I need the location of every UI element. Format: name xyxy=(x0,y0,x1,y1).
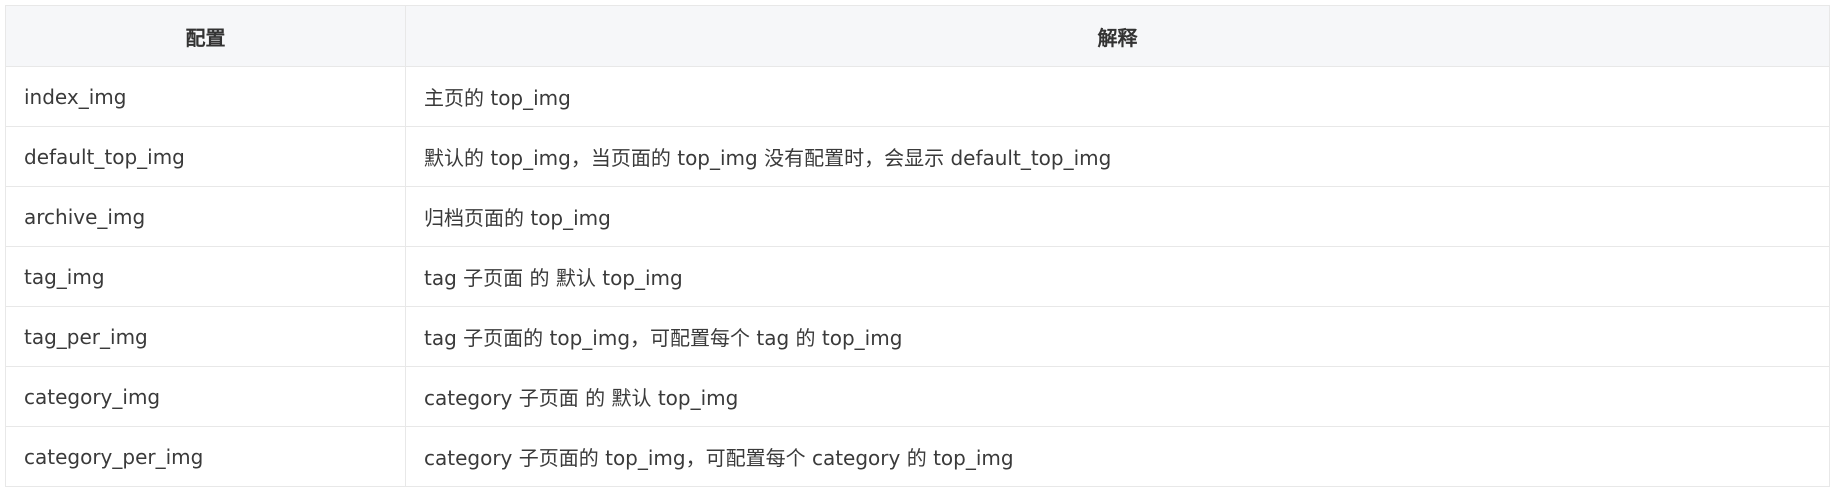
config-key: category_img xyxy=(5,366,406,427)
config-key: archive_img xyxy=(5,186,406,247)
table-header: 配置 解释 xyxy=(5,5,1830,67)
config-description: category 子页面的 top_img，可配置每个 category 的 t… xyxy=(405,426,1830,487)
table-row: index_img 主页的 top_img xyxy=(5,66,1830,127)
config-description: 默认的 top_img，当页面的 top_img 没有配置时，会显示 defau… xyxy=(405,126,1830,187)
config-key: default_top_img xyxy=(5,126,406,187)
table-body: index_img 主页的 top_img default_top_img 默认… xyxy=(5,66,1830,487)
header-description: 解释 xyxy=(405,5,1830,67)
table-row: default_top_img 默认的 top_img，当页面的 top_img… xyxy=(5,126,1830,187)
config-key: index_img xyxy=(5,66,406,127)
header-row: 配置 解释 xyxy=(5,5,1830,67)
config-key: tag_img xyxy=(5,246,406,307)
table-row: archive_img 归档页面的 top_img xyxy=(5,186,1830,247)
config-description: 归档页面的 top_img xyxy=(405,186,1830,247)
table-row: tag_img tag 子页面 的 默认 top_img xyxy=(5,246,1830,307)
config-table: 配置 解释 index_img 主页的 top_img default_top_… xyxy=(5,5,1830,487)
config-key: tag_per_img xyxy=(5,306,406,367)
config-description: category 子页面 的 默认 top_img xyxy=(405,366,1830,427)
header-config: 配置 xyxy=(5,5,406,67)
config-description: tag 子页面 的 默认 top_img xyxy=(405,246,1830,307)
config-key: category_per_img xyxy=(5,426,406,487)
table-row: category_img category 子页面 的 默认 top_img xyxy=(5,366,1830,427)
table-row: tag_per_img tag 子页面的 top_img，可配置每个 tag 的… xyxy=(5,306,1830,367)
table-row: category_per_img category 子页面的 top_img，可… xyxy=(5,426,1830,487)
config-description: tag 子页面的 top_img，可配置每个 tag 的 top_img xyxy=(405,306,1830,367)
config-description: 主页的 top_img xyxy=(405,66,1830,127)
